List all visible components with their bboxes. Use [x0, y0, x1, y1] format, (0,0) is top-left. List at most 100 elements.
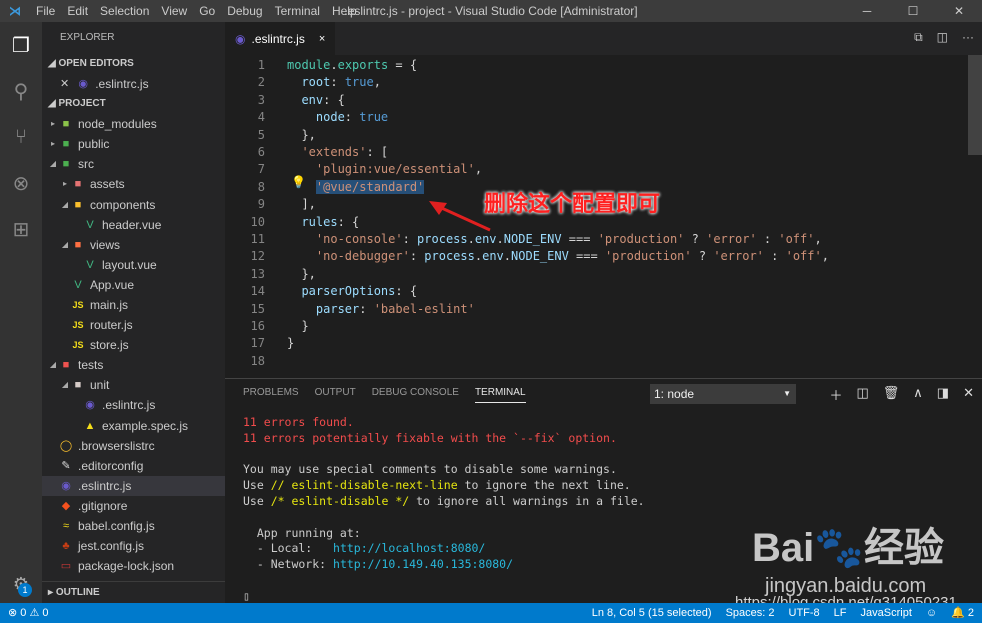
extensions-icon[interactable]: ⊞: [0, 206, 42, 252]
tree-item[interactable]: ◢ ■ unit: [42, 375, 225, 395]
menu-terminal[interactable]: Terminal: [275, 4, 320, 18]
menu-file[interactable]: File: [36, 4, 55, 18]
indentation[interactable]: Spaces: 2: [726, 603, 775, 623]
tree-item[interactable]: ◉ .eslintrc.js: [42, 395, 225, 415]
tree-item[interactable]: Vlayout.vue: [42, 255, 225, 275]
close-tab-button[interactable]: ×: [319, 33, 325, 45]
notifications[interactable]: 🔔 2: [951, 603, 974, 623]
code-line[interactable]: },: [287, 128, 315, 142]
twistie-icon[interactable]: ◢: [48, 154, 58, 174]
twistie-icon[interactable]: ▸: [48, 114, 58, 134]
minimize-button[interactable]: ─: [844, 0, 890, 22]
code-line[interactable]: root: true,: [287, 75, 381, 89]
tree-item[interactable]: ▸ ■ public: [42, 134, 225, 154]
menu-help[interactable]: Help: [332, 4, 357, 18]
tree-item[interactable]: ▲ example.spec.js: [42, 416, 225, 436]
tree-item[interactable]: ▸ ■ assets: [42, 174, 225, 194]
tree-item[interactable]: ◢ ■ src: [42, 154, 225, 174]
tree-item[interactable]: ◉ .eslintrc.js: [42, 475, 225, 496]
maximize-button[interactable]: ☐: [890, 0, 936, 22]
code-line[interactable]: }: [287, 336, 294, 350]
tree-item[interactable]: Vheader.vue: [42, 215, 225, 235]
source-control-icon[interactable]: ⑂: [0, 114, 42, 160]
tree-item[interactable]: JS router.js: [42, 315, 225, 335]
twistie-icon[interactable]: ◢: [48, 355, 58, 375]
tree-item[interactable]: ▭ package-lock.json: [42, 556, 225, 576]
tree-item-label: src: [78, 157, 94, 172]
split-editor-icon[interactable]: ◫: [937, 30, 948, 45]
twistie-icon[interactable]: ◢: [60, 235, 70, 255]
open-changes-icon[interactable]: ⧉: [914, 30, 923, 45]
tree-item[interactable]: JS store.js: [42, 335, 225, 355]
code-line[interactable]: 'extends': [: [287, 145, 388, 159]
new-terminal-icon[interactable]: ＋: [829, 385, 842, 404]
lightbulb-icon[interactable]: 💡: [291, 175, 306, 189]
tab-output[interactable]: OUTPUT: [315, 387, 356, 403]
tree-item-label: views: [90, 237, 121, 252]
terminal-output[interactable]: 11 errors found. 11 errors potentially fi…: [243, 415, 645, 605]
code-line[interactable]: node: true: [287, 110, 388, 124]
code-line[interactable]: module.exports = {: [287, 58, 417, 72]
editor-scrollbar[interactable]: [968, 55, 982, 155]
code-line[interactable]: '@vue/standard': [287, 179, 425, 194]
code-line[interactable]: 'no-console': process.env.NODE_ENV === '…: [287, 232, 822, 246]
close-icon[interactable]: ✕: [60, 74, 69, 94]
tab-terminal[interactable]: TERMINAL: [474, 387, 526, 403]
open-editors-header[interactable]: ◢ OPEN EDITORS: [42, 54, 225, 74]
cursor-position[interactable]: Ln 8, Col 5 (15 selected): [592, 603, 712, 623]
menu-selection[interactable]: Selection: [100, 4, 149, 18]
tree-item[interactable]: ◢ ■ tests: [42, 355, 225, 375]
code-line[interactable]: }: [287, 319, 308, 333]
code-line[interactable]: 'plugin:vue/essential',: [287, 162, 482, 176]
maximize-panel-icon[interactable]: ◨: [937, 385, 949, 404]
search-icon[interactable]: ⚲: [0, 68, 42, 114]
code-line[interactable]: parser: 'babel-eslint': [287, 302, 475, 316]
tree-item[interactable]: ◢ ■ views: [42, 235, 225, 255]
tree-item[interactable]: JS main.js: [42, 295, 225, 315]
tree-item[interactable]: ◢ ■ components: [42, 194, 225, 214]
language-mode[interactable]: JavaScript: [861, 603, 912, 623]
twistie-icon[interactable]: ▸: [48, 134, 58, 154]
tree-item[interactable]: ◯ .browserslistrc: [42, 436, 225, 456]
menu-view[interactable]: View: [161, 4, 187, 18]
problems-status[interactable]: ⊗ 0 ⚠ 0: [8, 603, 49, 623]
encoding[interactable]: UTF-8: [789, 603, 820, 623]
tab-problems[interactable]: PROBLEMS: [243, 387, 299, 403]
trash-icon[interactable]: 🗑: [883, 385, 900, 404]
debug-icon[interactable]: ⊗: [0, 160, 42, 206]
menu-edit[interactable]: Edit: [67, 4, 88, 18]
line-number: 8: [257, 179, 265, 194]
line-ending[interactable]: LF: [834, 603, 847, 623]
code-line[interactable]: env: {: [287, 93, 344, 107]
code-line[interactable]: rules: {: [287, 215, 359, 229]
feedback-smiley-icon[interactable]: ☺: [926, 603, 937, 623]
files-icon[interactable]: ❐: [0, 22, 42, 68]
close-panel-icon[interactable]: ✕: [963, 385, 974, 404]
split-terminal-icon[interactable]: ◫: [856, 385, 868, 404]
chevron-up-icon[interactable]: ∧: [913, 385, 923, 404]
tree-item[interactable]: ▸ ■ node_modules: [42, 114, 225, 134]
tree-item[interactable]: ♣ jest.config.js: [42, 536, 225, 556]
tree-item[interactable]: ≈ babel.config.js: [42, 516, 225, 536]
terminal-select[interactable]: 1: node ▼: [650, 384, 796, 404]
outline-header[interactable]: ▸ OUTLINE: [42, 581, 225, 603]
minimap[interactable]: [908, 55, 968, 95]
code-line[interactable]: 'no-debugger': process.env.NODE_ENV === …: [287, 249, 829, 263]
menu-go[interactable]: Go: [199, 4, 215, 18]
close-window-button[interactable]: ✕: [936, 0, 982, 22]
tree-item[interactable]: ◆ .gitignore: [42, 496, 225, 516]
project-header[interactable]: ◢ PROJECT: [42, 94, 225, 114]
twistie-icon[interactable]: ▸: [60, 174, 70, 194]
code-line[interactable]: ],: [287, 197, 315, 211]
twistie-icon[interactable]: ◢: [60, 195, 70, 215]
menu-debug[interactable]: Debug: [227, 4, 262, 18]
open-editor-item[interactable]: ✕ ◉ .eslintrc.js: [42, 74, 225, 94]
tab-debug-console[interactable]: DEBUG CONSOLE: [372, 387, 459, 403]
more-actions-icon[interactable]: ···: [962, 30, 974, 45]
tree-item[interactable]: V App.vue: [42, 275, 225, 295]
code-line[interactable]: },: [287, 267, 315, 281]
twistie-icon[interactable]: ◢: [60, 375, 70, 395]
tab-eslintrc[interactable]: ◉ .eslintrc.js ×: [225, 22, 335, 55]
code-line[interactable]: parserOptions: {: [287, 284, 417, 298]
tree-item[interactable]: ✎ .editorconfig: [42, 456, 225, 476]
